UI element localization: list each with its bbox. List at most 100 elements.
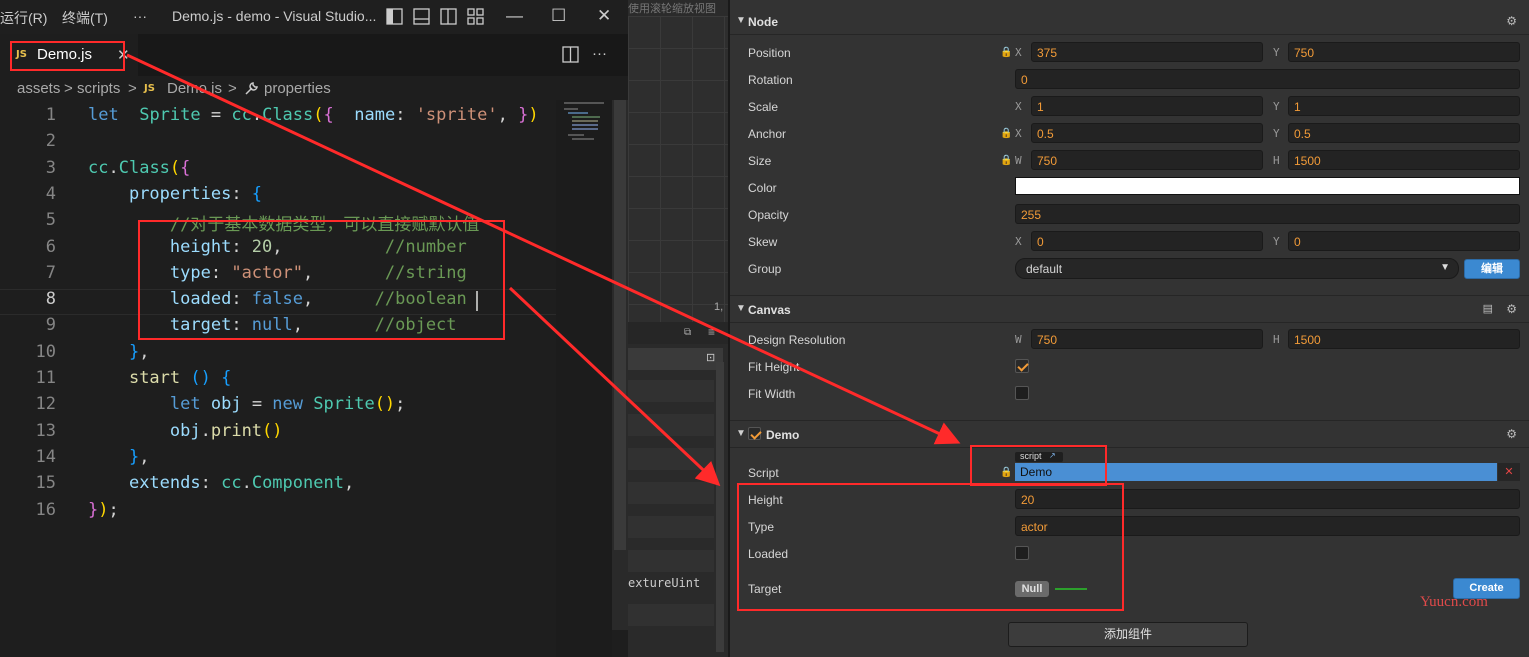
design-resolution-w-input[interactable]: 750: [1031, 329, 1263, 349]
code-token: //string: [384, 262, 467, 283]
collapse-triangle-icon[interactable]: ▼: [736, 15, 746, 26]
size-w-input[interactable]: 750: [1031, 150, 1263, 170]
lock-icon[interactable]: 🔒: [1000, 155, 1012, 166]
code-token: }: [518, 105, 529, 125]
scale-y-input[interactable]: 1: [1288, 96, 1520, 116]
tab-close-icon[interactable]: ✕: [117, 46, 130, 64]
add-component-button[interactable]: 添加组件: [1008, 622, 1248, 647]
breadcrumb-demo-js[interactable]: Demo.js: [167, 80, 222, 97]
code-token: {: [221, 368, 232, 388]
lock-icon[interactable]: 🔒: [1000, 47, 1012, 58]
script-tag-label: script: [1020, 451, 1042, 461]
breadcrumb-assets[interactable]: assets: [17, 80, 60, 97]
code-editor[interactable]: 1 2 3 4 5 6 7 8 9 10 11 12 13 14 15 16 let Sprite = cc.…: [0, 102, 556, 657]
design-resolution-h-input[interactable]: 1500: [1288, 329, 1520, 349]
breadcrumb-properties[interactable]: properties: [264, 80, 331, 97]
code-token: Class: [262, 105, 314, 125]
demo-enabled-checkbox[interactable]: [748, 427, 761, 440]
menu-run[interactable]: 运行(R): [0, 8, 47, 28]
position-x-input[interactable]: 375: [1031, 42, 1263, 62]
line-number: 15: [35, 473, 56, 494]
node-section-header[interactable]: ▼ Node ⚙: [730, 8, 1529, 35]
position-x-axis: X: [1015, 46, 1022, 59]
position-y-input[interactable]: 750: [1288, 42, 1520, 62]
collapse-triangle-icon[interactable]: ▼: [736, 303, 746, 314]
type-input[interactable]: actor: [1015, 516, 1520, 536]
panel-popout-icon[interactable]: ⧉: [684, 327, 691, 338]
edit-group-button[interactable]: 编辑: [1464, 259, 1520, 279]
editor-scrollbar[interactable]: [612, 100, 628, 630]
skew-x-input[interactable]: 0: [1031, 231, 1263, 251]
code-token: cc: [221, 473, 242, 494]
tab-demo-js[interactable]: JS Demo.js ✕: [0, 34, 138, 76]
panel-menu-icon[interactable]: ≡: [708, 325, 715, 339]
rotation-input[interactable]: 0: [1015, 69, 1520, 89]
toggle-secondary-sidebar-icon[interactable]: [440, 8, 457, 25]
anchor-label: Anchor: [748, 127, 787, 141]
minimize-button[interactable]: —: [506, 6, 523, 26]
code-token: .: [108, 157, 119, 178]
line-number: 9: [45, 315, 56, 336]
fit-width-checkbox[interactable]: [1015, 386, 1029, 400]
opacity-input[interactable]: 255: [1015, 204, 1520, 224]
close-window-button[interactable]: ✕: [597, 6, 611, 26]
wrench-icon: [245, 82, 258, 95]
fit-height-checkbox[interactable]: [1015, 359, 1029, 373]
height-input[interactable]: 20: [1015, 489, 1520, 509]
loaded-label: Loaded: [748, 547, 789, 561]
code-token: ,: [302, 262, 385, 283]
line-number: 4: [45, 183, 56, 204]
group-select[interactable]: default ▼: [1015, 258, 1459, 279]
panel-collapse-icon[interactable]: ⊡: [706, 351, 715, 364]
split-editor-icon[interactable]: [562, 46, 580, 64]
lock-icon[interactable]: 🔒: [1000, 128, 1012, 139]
anchor-x-input[interactable]: 0.5: [1031, 123, 1263, 143]
text-cursor: [476, 291, 478, 311]
menu-terminal[interactable]: 终端(T): [62, 8, 108, 28]
group-select-value: default: [1026, 262, 1063, 276]
target-null-badge[interactable]: Null: [1015, 581, 1049, 597]
panel-scrollbar[interactable]: [716, 362, 724, 652]
demo-section-header[interactable]: ▼ Demo ⚙: [730, 420, 1529, 448]
size-h-input[interactable]: 1500: [1288, 150, 1520, 170]
node-section-title: Node: [748, 15, 778, 29]
canvas-section-header[interactable]: ▼ Canvas ▤ ⚙: [730, 295, 1529, 323]
breadcrumb-scripts[interactable]: scripts: [77, 80, 120, 97]
texture-label: extureUint: [628, 576, 701, 590]
scene-grid[interactable]: [628, 16, 728, 322]
scale-x-input[interactable]: 1: [1031, 96, 1263, 116]
color-swatch[interactable]: [1015, 177, 1520, 195]
script-tag[interactable]: script ↗: [1015, 451, 1063, 462]
js-file-icon: JS: [16, 49, 27, 60]
assets-panel: ⧉ ≡ ⊡ extureUint: [628, 322, 728, 657]
minimap[interactable]: [556, 100, 612, 657]
gear-icon[interactable]: ⚙: [1506, 302, 1517, 316]
skew-y-input[interactable]: 0: [1288, 231, 1520, 251]
toggle-panel-icon[interactable]: [413, 8, 430, 25]
loaded-checkbox[interactable]: [1015, 546, 1029, 560]
toggle-sidebar-icon[interactable]: [386, 8, 403, 25]
menu-more[interactable]: ···: [133, 8, 147, 24]
position-label: Position: [748, 46, 791, 60]
code-token: //object: [374, 315, 457, 336]
gear-icon[interactable]: ⚙: [1506, 14, 1517, 28]
js-file-icon: JS: [144, 83, 155, 94]
more-actions-button[interactable]: ···: [592, 45, 607, 62]
code-token: ,: [139, 341, 150, 362]
code-token: {: [180, 157, 191, 178]
gear-icon[interactable]: ⚙: [1506, 427, 1517, 441]
code-line: loaded: false, //boolean: [88, 289, 467, 309]
customize-layout-icon[interactable]: [467, 8, 484, 25]
code-token: ;: [395, 394, 406, 415]
anchor-y-input[interactable]: 0.5: [1288, 123, 1520, 143]
lock-icon[interactable]: 🔒: [1000, 467, 1012, 478]
code-line: },: [88, 341, 150, 362]
collapse-triangle-icon[interactable]: ▼: [736, 428, 746, 439]
remove-script-button[interactable]: ✕: [1498, 463, 1520, 481]
script-asset-field[interactable]: Demo: [1015, 463, 1497, 481]
book-icon[interactable]: ▤: [1483, 302, 1493, 315]
maximize-button[interactable]: ☐: [551, 6, 566, 26]
